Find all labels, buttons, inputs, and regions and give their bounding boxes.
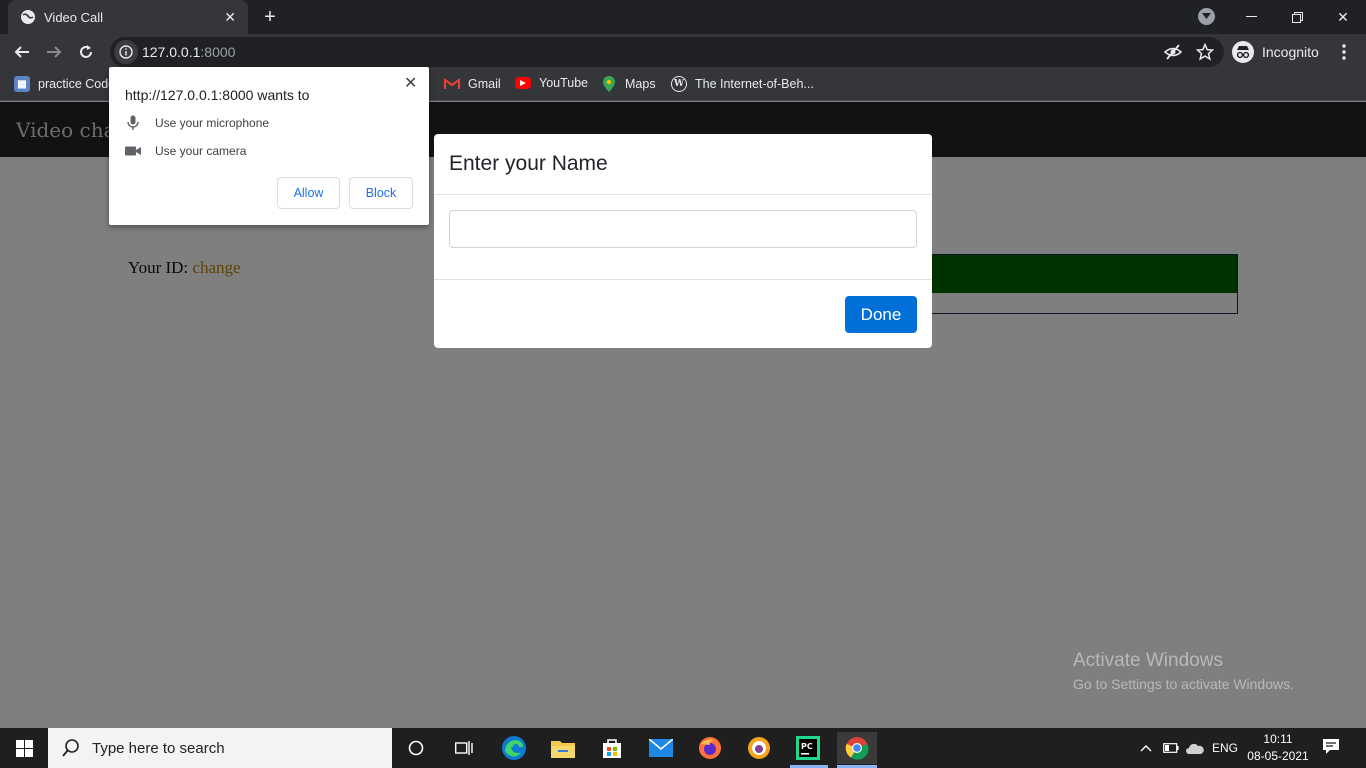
- battery-icon[interactable]: [1163, 728, 1179, 768]
- bookmark-label: practice Code: [38, 77, 116, 91]
- modal-divider: [434, 279, 932, 280]
- microphone-label: Use your microphone: [155, 116, 270, 130]
- bookmark-internet-of-beh[interactable]: W The Internet-of-Beh...: [671, 76, 814, 92]
- search-icon: [62, 739, 79, 757]
- file-explorer-icon[interactable]: [547, 732, 579, 764]
- tab-search-icon[interactable]: [1198, 8, 1215, 25]
- bookmark-label: Maps: [625, 77, 656, 91]
- new-tab-icon[interactable]: +: [258, 6, 282, 28]
- permission-popup: http://127.0.0.1:8000 wants to ✕ Use you…: [109, 67, 429, 225]
- done-button[interactable]: Done: [845, 296, 917, 333]
- eye-off-icon[interactable]: [1163, 43, 1183, 61]
- tor-browser-icon[interactable]: [743, 732, 775, 764]
- svg-text:PC: PC: [801, 742, 813, 751]
- bookmark-gmail[interactable]: Gmail: [444, 76, 501, 92]
- more-menu-icon[interactable]: [1336, 42, 1352, 62]
- pycharm-icon[interactable]: PC: [792, 732, 824, 764]
- permission-title: http://127.0.0.1:8000 wants to: [125, 87, 310, 103]
- chrome-icon[interactable]: [837, 732, 877, 764]
- cortana-icon[interactable]: [400, 732, 432, 764]
- taskbar-search[interactable]: Type here to search: [48, 728, 392, 768]
- wordpress-icon: W: [671, 76, 687, 92]
- bookmark-label: The Internet-of-Beh...: [695, 77, 814, 91]
- back-icon[interactable]: [9, 39, 35, 65]
- globe-icon: [21, 10, 35, 24]
- youtube-icon: [515, 77, 531, 89]
- activate-windows-watermark: Activate Windows Go to Settings to activ…: [1073, 650, 1294, 692]
- tab-title: Video Call: [44, 9, 104, 25]
- onedrive-icon[interactable]: [1186, 728, 1204, 768]
- tab-video-call[interactable]: Video Call ✕: [8, 0, 248, 34]
- url-text: 127.0.0.1:8000: [142, 44, 235, 60]
- tab-close-icon[interactable]: ✕: [224, 9, 236, 26]
- incognito-label: Incognito: [1262, 44, 1319, 60]
- site-info-icon[interactable]: [114, 40, 138, 64]
- taskbar: Type here to search PC ENG 10:11 08-05-2…: [0, 728, 1366, 768]
- url-host: 127.0.0.1: [142, 44, 201, 60]
- task-view-icon[interactable]: [448, 732, 480, 764]
- bookmark-label: Gmail: [468, 77, 501, 91]
- bookmark-practice-code[interactable]: ▦ practice Code: [14, 76, 115, 92]
- modal-title: Enter your Name: [449, 152, 608, 175]
- language-indicator[interactable]: ENG: [1212, 728, 1238, 768]
- search-placeholder: Type here to search: [92, 739, 225, 757]
- minimize-icon[interactable]: [1228, 0, 1274, 34]
- clock-date: 08-05-2021: [1247, 749, 1309, 763]
- clock-time: 10:11: [1263, 732, 1293, 746]
- camera-icon: [125, 143, 141, 159]
- watermark-line2: Go to Settings to activate Windows.: [1073, 676, 1294, 692]
- bookmark-star-icon[interactable]: [1195, 42, 1215, 61]
- restore-icon[interactable]: [1274, 0, 1320, 34]
- bookmark-maps[interactable]: Maps: [601, 76, 656, 92]
- show-hidden-icons[interactable]: [1140, 728, 1152, 768]
- notifications-icon[interactable]: [1322, 738, 1342, 756]
- clock[interactable]: 10:11 08-05-2021: [1245, 731, 1311, 765]
- name-input[interactable]: [449, 210, 917, 248]
- maps-icon: [601, 76, 617, 92]
- edge-icon[interactable]: [498, 732, 530, 764]
- tab-strip: Video Call ✕ + ✕: [0, 0, 1366, 34]
- windows-start-icon[interactable]: [0, 728, 48, 768]
- permission-camera: Use your camera: [125, 143, 246, 159]
- modal-divider: [434, 194, 932, 195]
- url-port: :8000: [200, 44, 236, 60]
- bookmark-youtube[interactable]: YouTube: [515, 76, 588, 90]
- practice-icon: ▦: [14, 76, 30, 92]
- gmail-icon: [444, 76, 460, 92]
- mail-icon[interactable]: [645, 732, 677, 764]
- firefox-icon[interactable]: [694, 732, 726, 764]
- watermark-line1: Activate Windows: [1073, 650, 1223, 671]
- address-bar[interactable]: 127.0.0.1:8000: [110, 37, 1224, 67]
- close-icon[interactable]: ✕: [404, 73, 417, 93]
- camera-label: Use your camera: [155, 144, 247, 158]
- close-window-icon[interactable]: ✕: [1320, 0, 1366, 34]
- store-icon[interactable]: [596, 732, 628, 764]
- bookmark-label: YouTube: [539, 76, 589, 90]
- reload-icon[interactable]: [73, 39, 99, 65]
- block-button[interactable]: Block: [349, 177, 413, 209]
- incognito-icon: [1232, 41, 1254, 63]
- name-modal: Enter your Name Done: [434, 134, 932, 348]
- forward-icon[interactable]: [41, 39, 67, 65]
- browser-toolbar: 127.0.0.1:8000 Incognito: [0, 34, 1366, 69]
- permission-microphone: Use your microphone: [125, 115, 269, 131]
- microphone-icon: [125, 115, 141, 131]
- allow-button[interactable]: Allow: [277, 177, 340, 209]
- incognito-indicator[interactable]: Incognito: [1232, 38, 1319, 66]
